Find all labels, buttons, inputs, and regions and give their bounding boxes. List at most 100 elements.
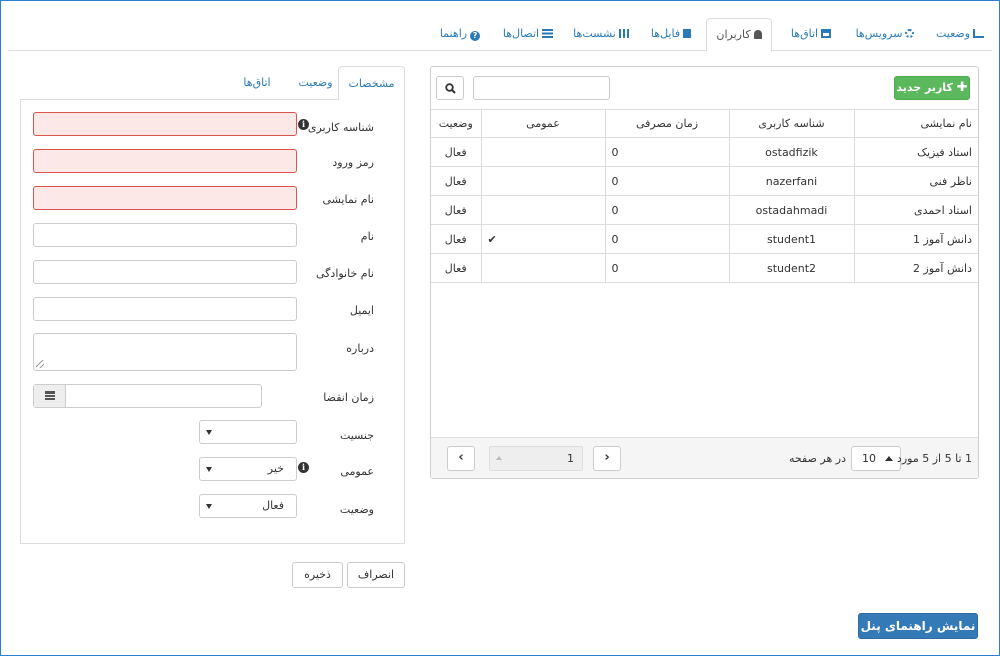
password-field[interactable] [33, 149, 297, 173]
resize-grip-icon[interactable] [36, 360, 44, 368]
pager-page-input[interactable]: 1 [489, 446, 583, 471]
column-header-username[interactable]: شناسه کاربری [728, 109, 855, 138]
last-name-field[interactable] [33, 260, 297, 284]
pager-prev-button[interactable]: › [593, 446, 621, 471]
cell-username: student1 [728, 224, 855, 254]
bar-chart-icon [973, 29, 985, 38]
tab-status[interactable]: وضعیت [930, 18, 990, 51]
table-row[interactable]: دانش آموز 2 student2 0 فعال [431, 253, 978, 283]
cell-status: فعال [431, 137, 482, 167]
cell-time-used: 0 [604, 195, 730, 225]
table-row[interactable]: ناظر فنی nazerfani 0 فعال [431, 166, 978, 196]
main-tabbar: وضعیت سرویس‌ها اتاق‌ها کاربران فایل‌ها ن… [8, 18, 992, 52]
tab-files[interactable]: فایل‌ها [641, 18, 701, 51]
caret-up-icon [885, 456, 893, 461]
tab-detail-rooms[interactable]: اتاق‌ها [232, 66, 282, 100]
cell-display-name: استاد احمدی [853, 195, 978, 225]
cell-status: فعال [431, 166, 482, 196]
username-field[interactable] [33, 112, 297, 136]
table-row[interactable]: استاد احمدی ostadahmadi 0 فعال [431, 195, 978, 225]
tab-detail-status[interactable]: وضعیت [293, 66, 338, 100]
cell-public [480, 253, 606, 283]
calendar-icon [45, 391, 55, 400]
detail-tabbar: مشخصات وضعیت اتاق‌ها [20, 66, 405, 101]
cell-display-name: استاد فیزیک [853, 137, 978, 167]
question-circle-icon: ? [470, 31, 481, 41]
tab-sessions[interactable]: نشست‌ها [566, 18, 636, 51]
caret-down-icon [206, 430, 212, 435]
grid-icon [618, 29, 629, 38]
tab-rooms[interactable]: اتاق‌ها [780, 18, 842, 51]
public-select[interactable]: خیر [199, 457, 297, 481]
username-label: شناسه کاربری [307, 121, 374, 134]
save-button[interactable]: ذخیره [292, 562, 343, 588]
search-input[interactable] [473, 76, 610, 100]
cell-public [480, 195, 606, 225]
pager-page-size-select[interactable]: 10 [851, 446, 901, 471]
gear-icon [905, 29, 915, 38]
cell-status: فعال [431, 224, 482, 254]
cell-display-name: ناظر فنی [853, 166, 978, 196]
pager-summary: 1 تا 5 از 5 مورد [896, 452, 972, 465]
cell-status: فعال [431, 195, 482, 225]
new-user-button[interactable]: ✚ کاربر جدید [894, 76, 970, 100]
about-textarea[interactable] [33, 333, 297, 371]
tab-users[interactable]: کاربران [706, 18, 772, 52]
table-row[interactable]: استاد فیزیک ostadfizik 0 فعال [431, 137, 978, 167]
email-label: ایمیل [349, 304, 374, 317]
tab-connections[interactable]: اتصال‌ها [495, 18, 561, 51]
expire-date-field[interactable] [33, 384, 262, 408]
gender-label: جنسیت [339, 429, 374, 442]
pager-next-button[interactable]: ‹ [447, 446, 475, 471]
spinner-up-icon [496, 456, 502, 460]
column-header-public[interactable]: عمومی [480, 109, 606, 138]
about-label: درباره [346, 342, 374, 355]
cell-public [480, 166, 606, 196]
status-label: وضعیت [339, 503, 374, 516]
email-field[interactable] [33, 297, 297, 321]
expire-label: زمان انقضا [323, 391, 374, 404]
cell-username: nazerfani [728, 166, 855, 196]
search-icon [445, 83, 456, 94]
pager-per-page-label: در هر صفحه [789, 452, 846, 465]
show-panel-guide-button[interactable]: نمایش راهنمای پنل [858, 613, 978, 639]
column-header-display-name[interactable]: نام نمایشی [853, 109, 978, 138]
list-icon [542, 29, 554, 38]
cell-time-used: 0 [604, 137, 730, 167]
search-button[interactable] [436, 76, 464, 100]
table-header-row: نام نمایشی شناسه کاربری زمان مصرفی عمومی… [431, 109, 978, 138]
tab-services[interactable]: سرویس‌ها [849, 18, 921, 51]
display-name-label: نام نمایشی [322, 193, 374, 206]
cell-username: ostadahmadi [728, 195, 855, 225]
cell-display-name: دانش آموز 2 [853, 253, 978, 283]
cell-time-used: 0 [604, 253, 730, 283]
first-name-field[interactable] [33, 223, 297, 247]
users-panel: ✚ کاربر جدید نام نمایشی شناسه کاربری زما… [430, 66, 979, 479]
sitemap-icon [821, 29, 832, 38]
status-select[interactable]: فعال [199, 494, 297, 518]
display-name-field[interactable] [33, 186, 297, 210]
cell-username: student2 [728, 253, 855, 283]
column-header-status[interactable]: وضعیت [431, 109, 482, 138]
pager: ‹ 1 › در هر صفحه 10 1 تا 5 از 5 مورد [431, 437, 978, 478]
table-row[interactable]: دانش آموز 1 student1 0 ✔ فعال [431, 224, 978, 254]
cell-status: فعال [431, 253, 482, 283]
column-header-time-used[interactable]: زمان مصرفی [604, 109, 730, 138]
calendar-button[interactable] [34, 385, 66, 407]
cell-display-name: دانش آموز 1 [853, 224, 978, 254]
info-icon[interactable]: i [298, 119, 309, 130]
cancel-button[interactable]: انصراف [347, 562, 405, 588]
chevron-right-icon: › [604, 450, 610, 465]
tab-help[interactable]: ?راهنما [430, 18, 490, 51]
tab-profile[interactable]: مشخصات [338, 66, 405, 101]
cell-time-used: 0 [604, 224, 730, 254]
gender-select[interactable] [199, 420, 297, 444]
public-label: عمومی [340, 465, 374, 478]
user-icon [753, 30, 762, 39]
user-form: شناسه کاربری i رمز ورود نام نمایشی نام ن… [20, 99, 405, 544]
info-icon[interactable]: i [298, 462, 309, 473]
check-icon: ✔ [480, 224, 606, 254]
cell-time-used: 0 [604, 166, 730, 196]
first-name-label: نام [360, 230, 374, 243]
last-name-label: نام خانوادگی [316, 267, 374, 280]
